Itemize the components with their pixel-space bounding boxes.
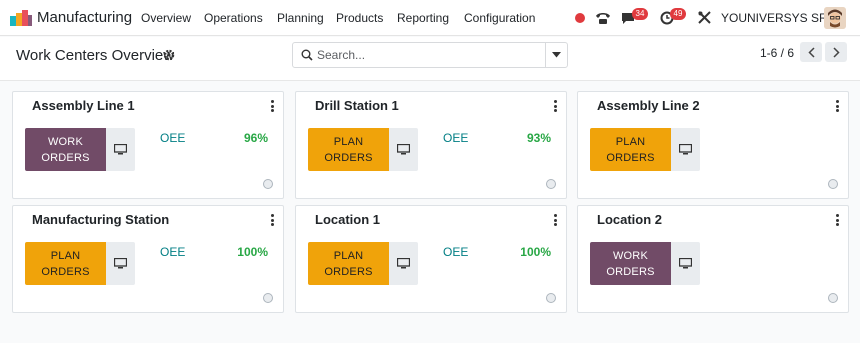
workcenter-title[interactable]: Location 2 <box>597 212 662 227</box>
monitor-icon <box>397 258 410 269</box>
kebab-menu-icon[interactable] <box>552 214 558 228</box>
workcenter-title[interactable]: Assembly Line 2 <box>597 98 700 113</box>
work-orders-button[interactable]: WORK ORDERS <box>590 242 671 285</box>
status-indicator[interactable] <box>263 293 273 303</box>
monitor-icon <box>114 144 127 155</box>
manufacturing-app-icon[interactable] <box>10 10 32 26</box>
status-indicator[interactable] <box>546 293 556 303</box>
messages-badge: 34 <box>632 8 648 20</box>
workcenter-title[interactable]: Assembly Line 1 <box>32 98 135 113</box>
kebab-menu-icon[interactable] <box>552 100 558 114</box>
status-indicator[interactable] <box>263 179 273 189</box>
search-options-toggle[interactable] <box>545 43 567 67</box>
workcenter-card[interactable]: Location 2 WORK ORDERS <box>577 205 849 313</box>
record-dot-icon <box>575 13 585 23</box>
monitor-icon <box>397 144 410 155</box>
shop-floor-button[interactable] <box>389 128 418 171</box>
workcenter-title[interactable]: Location 1 <box>315 212 380 227</box>
user-avatar[interactable] <box>824 7 846 29</box>
shop-floor-button[interactable] <box>389 242 418 285</box>
oee-label[interactable]: OEE <box>443 131 468 145</box>
company-name[interactable]: YOUNIVERSYS SRL <box>721 11 834 25</box>
kebab-menu-icon[interactable] <box>834 214 840 228</box>
chevron-right-icon <box>832 46 840 58</box>
pager-value[interactable]: 1-6 / 6 <box>760 46 794 60</box>
kebab-menu-icon[interactable] <box>269 100 275 114</box>
plan-orders-button[interactable]: PLAN ORDERS <box>308 242 389 285</box>
shop-floor-button[interactable] <box>106 128 135 171</box>
top-navbar: Manufacturing Overview Operations Planni… <box>0 0 860 36</box>
app-name[interactable]: Manufacturing <box>37 9 132 26</box>
kebab-menu-icon[interactable] <box>269 214 275 228</box>
menu-products[interactable]: Products <box>336 11 383 25</box>
page-title: Work Centers Overview <box>16 47 175 64</box>
workcenter-card[interactable]: Location 1 PLAN ORDERS OEE 100% <box>295 205 567 313</box>
chevron-left-icon <box>807 46 815 58</box>
menu-configuration[interactable]: Configuration <box>464 11 535 25</box>
monitor-icon <box>114 258 127 269</box>
plan-orders-button[interactable]: PLAN ORDERS <box>590 128 671 171</box>
shop-floor-button[interactable] <box>671 128 700 171</box>
workcenter-title[interactable]: Manufacturing Station <box>32 212 169 227</box>
plan-orders-button[interactable]: PLAN ORDERS <box>25 242 106 285</box>
workcenter-card[interactable]: Manufacturing Station PLAN ORDERS OEE 100… <box>12 205 284 313</box>
phone-icon[interactable] <box>595 11 611 25</box>
gear-icon[interactable] <box>163 49 175 61</box>
oee-value: 100% <box>237 245 268 259</box>
workcenter-card[interactable]: Assembly Line 2 PLAN ORDERS <box>577 91 849 199</box>
work-orders-button[interactable]: WORK ORDERS <box>25 128 106 171</box>
menu-overview[interactable]: Overview <box>141 11 191 25</box>
tools-icon[interactable] <box>698 11 711 24</box>
status-indicator[interactable] <box>828 293 838 303</box>
kebab-menu-icon[interactable] <box>834 100 840 114</box>
search-icon <box>301 49 313 61</box>
plan-orders-button[interactable]: PLAN ORDERS <box>308 128 389 171</box>
search-input[interactable] <box>317 46 537 64</box>
recording-indicator[interactable] <box>575 0 585 36</box>
shop-floor-button[interactable] <box>106 242 135 285</box>
status-indicator[interactable] <box>828 179 838 189</box>
menu-planning[interactable]: Planning <box>277 11 324 25</box>
shop-floor-button[interactable] <box>671 242 700 285</box>
oee-value: 96% <box>243 131 268 145</box>
pager-previous-button[interactable] <box>800 42 822 62</box>
oee-value: 100% <box>520 245 551 259</box>
oee-label[interactable]: OEE <box>160 131 185 145</box>
monitor-icon <box>679 144 692 155</box>
pager-next-button[interactable] <box>825 42 847 62</box>
search-bar <box>292 42 568 68</box>
activities-badge: 49 <box>670 8 686 20</box>
oee-label[interactable]: OEE <box>160 245 185 259</box>
workcenter-card[interactable]: Assembly Line 1 WORK ORDERS OEE 96% <box>12 91 284 199</box>
menu-reporting[interactable]: Reporting <box>397 11 449 25</box>
workcenter-title[interactable]: Drill Station 1 <box>315 98 399 113</box>
oee-label[interactable]: OEE <box>443 245 468 259</box>
oee-value: 93% <box>526 131 551 145</box>
menu-operations[interactable]: Operations <box>204 11 263 25</box>
status-indicator[interactable] <box>546 179 556 189</box>
control-panel: Work Centers Overview 1-6 / 6 <box>0 37 860 81</box>
user-avatar-image <box>824 7 846 29</box>
caret-down-icon <box>552 52 561 58</box>
monitor-icon <box>679 258 692 269</box>
workcenter-card[interactable]: Drill Station 1 PLAN ORDERS OEE 93% <box>295 91 567 199</box>
